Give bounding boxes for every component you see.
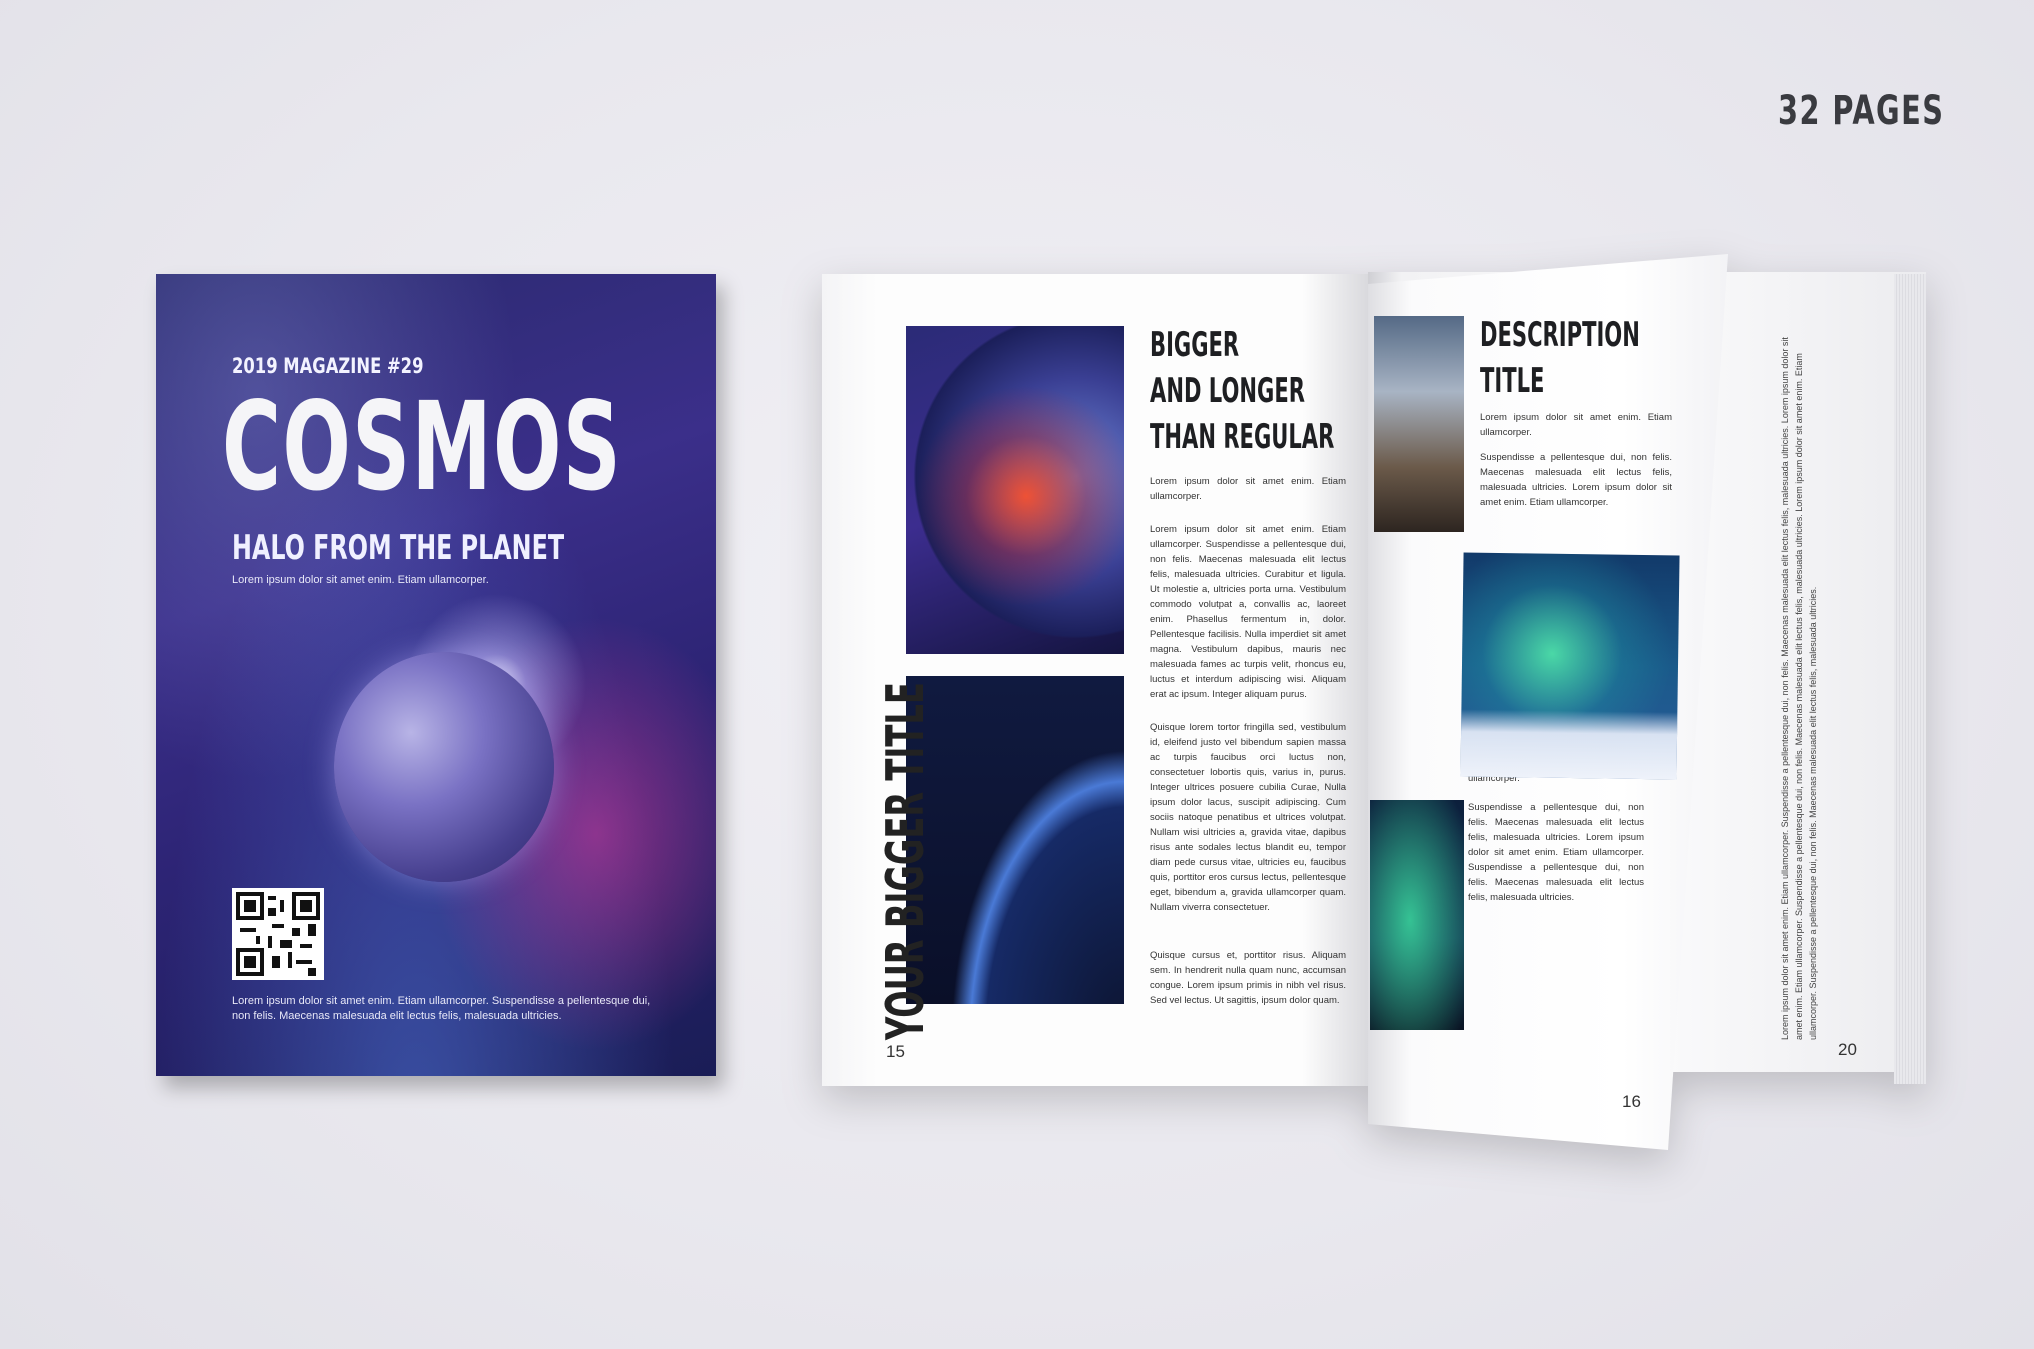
page15-heading-line3: THAN REGULAR [1150,417,1335,457]
page20-number: 20 [1838,1040,1857,1059]
page15-heading-line1: BIGGER [1150,325,1240,365]
page-count-label: 32 PAGES [1778,88,1945,134]
page20-vertical-title: YOUR BIGGER TITLE [876,682,936,1040]
page15-body-3: Quisque cursus et, porttitor risus. Aliq… [1150,950,1346,1006]
page16-number: 16 [1622,1092,1641,1111]
open-magazine-spread: BIGGER AND LONGER THAN REGULAR Lorem ips… [822,254,1926,1150]
page-edges [1894,274,1926,1084]
aurora-night-image [1370,800,1464,1030]
page15-body-2: Quisque lorem tortor fringilla sed, vest… [1150,722,1346,913]
aurora-snow-image [1460,552,1680,780]
magazine-cover: 2019 MAGAZINE #29 COSMOS HALO FROM THE P… [156,274,716,1076]
page16-heading-line1: DESCRIPTION [1480,315,1640,355]
page15-number: 15 [886,1042,905,1061]
earth-horizon-image [906,676,1124,1004]
page15-body-1: Lorem ipsum dolor sit amet enim. Etiam u… [1150,524,1346,700]
mountain-image [1374,316,1464,532]
cover-footer-text: Lorem ipsum dolor sit amet enim. Etiam u… [232,995,651,1022]
cover-tagline: Lorem ipsum dolor sit amet enim. Etiam u… [232,574,489,586]
page16-intro: Lorem ipsum dolor sit amet enim. Etiam u… [1480,412,1672,438]
page20-vertical-body: Lorem ipsum dolor sit amet enim. Etiam u… [1780,337,1818,1040]
page16-body-1: Suspendisse a pellentesque dui, non feli… [1480,452,1672,508]
cover-subtitle: HALO FROM THE PLANET [232,528,565,568]
red-planet-image [906,326,1124,654]
cover-title: COSMOS [222,376,623,518]
qr-code [232,888,324,980]
page15-intro: Lorem ipsum dolor sit amet enim. Etiam u… [1150,476,1346,502]
cover-issue-label: 2019 MAGAZINE #29 [232,354,424,378]
page16-heading-line2: TITLE [1480,361,1545,401]
page16-body-2: Suspendisse a pellentesque dui, non feli… [1468,802,1644,903]
cover-planet-image [334,652,554,882]
page15-heading-line2: AND LONGER [1150,371,1305,411]
